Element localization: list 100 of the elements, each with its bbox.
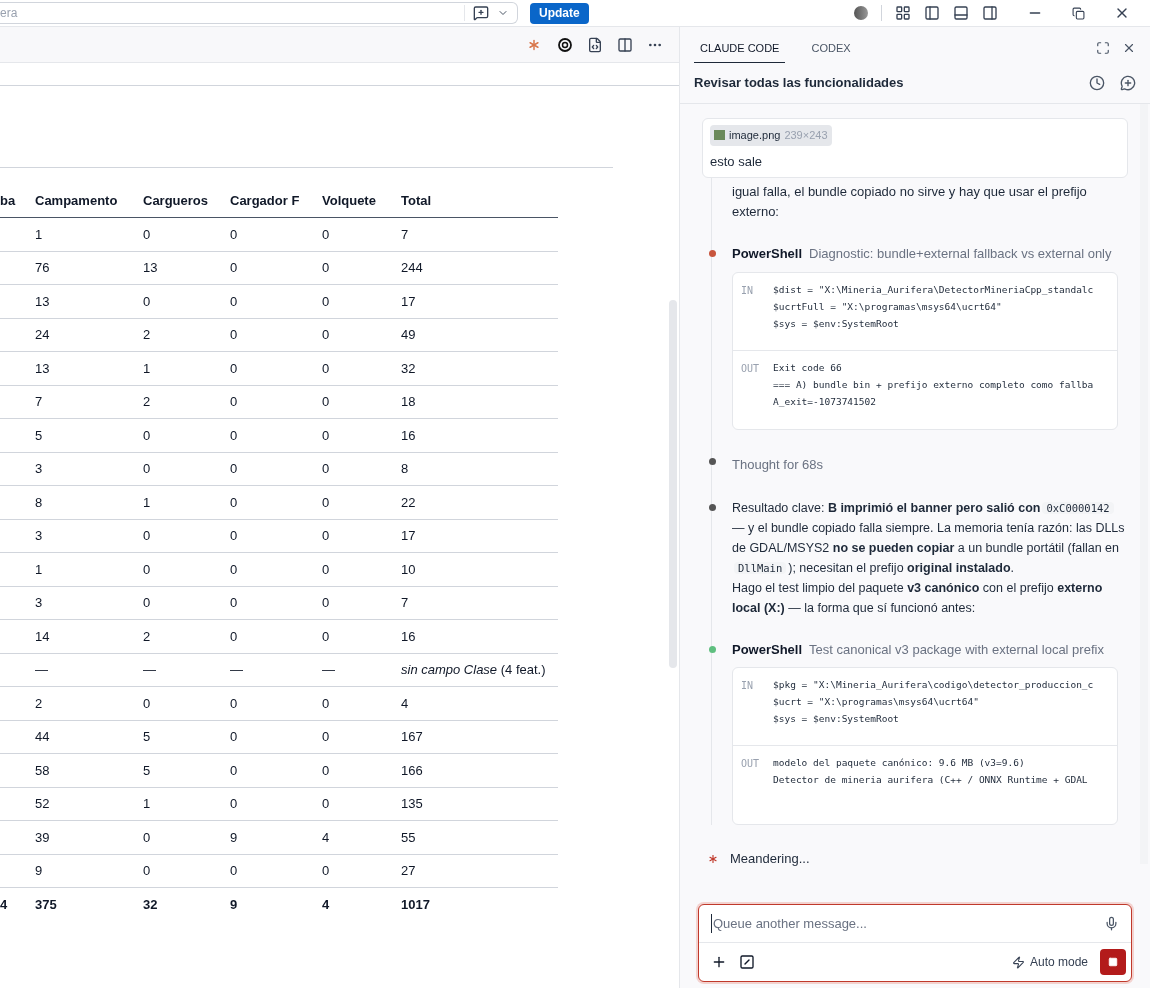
table-cell: 1: [143, 494, 151, 510]
table-cell: 3: [35, 595, 43, 610]
scrollbar[interactable]: [669, 300, 677, 668]
table-cell: 0: [230, 327, 238, 342]
image-thumbnail-icon: [714, 130, 725, 141]
table-cell: 0: [143, 829, 151, 845]
table-cell: 0: [322, 226, 330, 242]
table-cell: 76: [35, 260, 50, 275]
table-cell: 0: [230, 427, 238, 443]
table-cell: 0: [143, 226, 151, 242]
panel-tab[interactable]: CLAUDE CODE: [694, 39, 786, 63]
assistant-text: igual falla, el bundle copiado no sirve y hay que usar el prefijo externo:: [732, 183, 1088, 221]
table-cell: 14: [35, 628, 50, 644]
table-cell: 17: [401, 293, 416, 309]
status-text: Meandering...: [730, 850, 810, 868]
stop-button[interactable]: [1100, 949, 1126, 975]
table-cell: 2: [143, 394, 151, 409]
close-icon[interactable]: [1122, 41, 1136, 55]
attachment-chip[interactable]: image.png 239×243: [710, 125, 832, 146]
table-cell: 167: [401, 729, 423, 744]
table-cell: 0: [322, 561, 330, 577]
table-cell: 0: [230, 561, 238, 577]
table-cell: 0: [143, 461, 151, 476]
expand-icon[interactable]: [1096, 41, 1110, 55]
panel-left-icon[interactable]: [924, 5, 940, 21]
table-cell: 0: [230, 595, 238, 610]
table-cell: 0: [322, 360, 330, 376]
table-cell: 39: [35, 829, 50, 845]
table-cell: 1: [35, 226, 43, 242]
output-line: === A) bundle bin + prefijo externo completo como fallba: [773, 377, 1094, 392]
table-cell: 0: [143, 863, 151, 878]
new-chat-icon[interactable]: [1120, 75, 1136, 91]
table-cell: 1: [143, 360, 151, 376]
add-icon[interactable]: [711, 954, 727, 970]
tool-name: PowerShell: [732, 245, 803, 263]
table-cell: 0: [230, 260, 238, 275]
output-line: Exit code 66: [773, 360, 843, 375]
table-cell: 0: [322, 762, 330, 778]
table-cell: 0: [230, 461, 238, 476]
table-cell: 10: [401, 561, 416, 577]
mode-button[interactable]: Auto mode: [1011, 953, 1088, 971]
table-cell: 5: [143, 729, 151, 744]
split-icon[interactable]: [617, 36, 633, 53]
table-cell: 8: [401, 461, 409, 476]
table-cell: 0: [322, 494, 330, 510]
table-cell: 0: [322, 796, 330, 811]
table-cell: 5: [35, 427, 43, 443]
table-cell: 0: [143, 595, 151, 610]
panel-bottom-icon[interactable]: [953, 5, 969, 21]
table-cell: 0: [322, 729, 330, 744]
panel-tab[interactable]: CODEX: [805, 39, 857, 63]
thought-label[interactable]: Thought for 68s: [732, 456, 824, 472]
panel-right-icon[interactable]: [982, 5, 998, 21]
table-cell: 0: [230, 695, 238, 711]
table-cell: 16: [401, 427, 416, 443]
table-cell: 7: [401, 595, 409, 610]
attachment-size: 239×243: [784, 128, 828, 143]
input-line: $sys = $env:SystemRoot: [773, 316, 900, 331]
message-input[interactable]: Queue another message...: [711, 913, 1104, 934]
microphone-icon[interactable]: [1104, 916, 1119, 931]
file-code-icon[interactable]: [587, 36, 603, 53]
panel-title: Revisar todas las funcionalidades: [694, 74, 905, 93]
layout-icon[interactable]: [895, 5, 911, 21]
input-line: $ucrtFull = "X:\programas\msys64\ucrt64": [773, 299, 1003, 314]
attachment-name: image.png: [729, 128, 781, 143]
table-cell: 0: [322, 595, 330, 610]
lightning-icon: [1011, 955, 1025, 969]
table-cell: 0: [230, 863, 238, 878]
input-line: $pkg = "X:\Mineria_Aurifera\codigo\detector_produccion_c: [773, 678, 1094, 692]
table-cell: 32: [401, 360, 416, 376]
history-icon[interactable]: [1089, 75, 1105, 91]
table-cell: 7: [35, 394, 43, 409]
extension-icon[interactable]: [854, 6, 868, 20]
table-cell: 0: [143, 695, 151, 711]
table-cell: 0: [322, 427, 330, 443]
total-cell: 375: [35, 897, 57, 912]
table-cell: 2: [143, 628, 151, 644]
table-cell: 0: [322, 327, 330, 342]
total-cell: 4: [0, 897, 8, 912]
input-line: $dist = "X:\Mineria_Aurifera\DetectorMineriaCpp_standalc: [773, 282, 1094, 297]
table-cell: 0: [322, 863, 330, 878]
chat-icon[interactable]: [473, 5, 489, 21]
column-header: Campamento: [35, 191, 119, 210]
table-cell: 16: [401, 628, 416, 644]
code-label: OUT: [741, 757, 761, 771]
assistant-text: Hago el test limpio del paquete v3 canónico con el prefijo externo local (X:) — la forma que sí funcionó antes:: [732, 579, 1104, 617]
restore-icon[interactable]: [1072, 6, 1085, 20]
table-cell: 1: [143, 796, 151, 811]
table-cell: 5: [143, 762, 151, 778]
table-cell: 7: [401, 226, 409, 242]
update-button[interactable]: Update: [530, 2, 589, 24]
table-cell: 0: [230, 628, 238, 644]
table-cell: 49: [401, 327, 416, 342]
table-cell: 0: [230, 293, 238, 309]
table-cell: 24: [35, 327, 50, 342]
table-cell: 0: [322, 293, 330, 309]
table-cell: 2: [35, 695, 43, 711]
table-cell: —: [322, 662, 335, 677]
table-cell: 0: [143, 528, 151, 543]
slash-command-icon[interactable]: [739, 954, 755, 970]
